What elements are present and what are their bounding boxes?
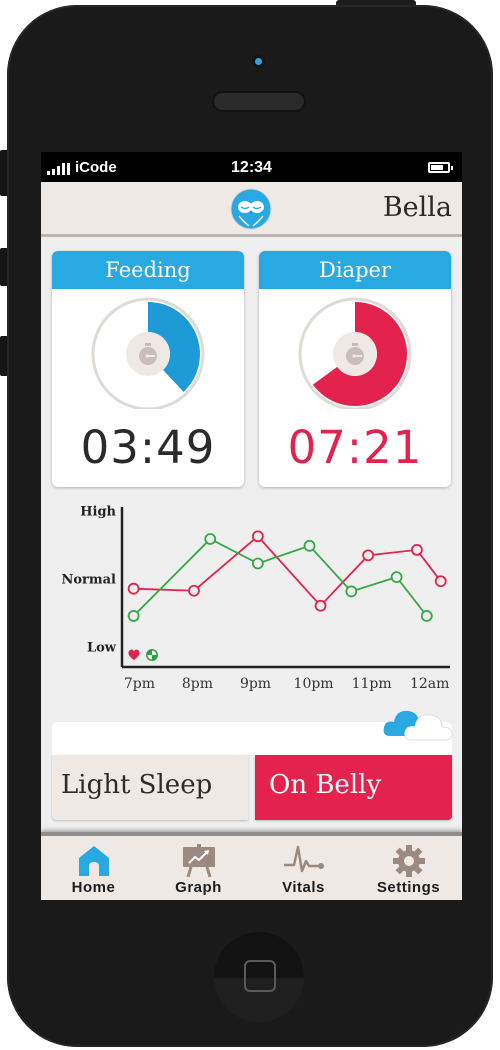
graph-icon (183, 844, 215, 878)
earpiece-speaker (214, 93, 304, 110)
app-screen: iCode 12:34 Bella Feeding 03:49 Diaper 0… (41, 152, 462, 900)
tab-home[interactable]: Home (41, 836, 146, 900)
x-tick-label: 11pm (352, 676, 392, 692)
x-tick-label: 7pm (124, 676, 155, 692)
heart-rate-point[interactable] (411, 543, 423, 556)
tab-home-label: Home (71, 879, 116, 896)
home-icon (79, 846, 109, 876)
sleep-state-label: Light Sleep (61, 770, 213, 800)
diaper-timer-ring (298, 297, 412, 409)
sleep-position-tile[interactable]: On Belly (255, 755, 452, 820)
feeding-timer-ring (91, 297, 205, 409)
feeding-card-title: Feeding (52, 251, 244, 289)
tab-graph[interactable]: Graph (146, 836, 251, 900)
breathing-point[interactable] (204, 533, 217, 545)
heart-icon (128, 649, 140, 660)
heart-rate-point[interactable] (127, 582, 140, 595)
tab-settings[interactable]: Settings (356, 836, 461, 900)
diaper-elapsed-time: 07:21 (287, 421, 423, 474)
chart-legend (128, 649, 158, 661)
breathing-point[interactable] (420, 610, 433, 622)
sleep-state-tile[interactable]: Light Sleep (52, 755, 248, 820)
app-header: Bella (41, 182, 462, 237)
tab-graph-label: Graph (175, 879, 222, 896)
diaper-card-title: Diaper (259, 251, 451, 289)
y-tick-label: High (80, 504, 116, 519)
heart-rate-point[interactable] (362, 549, 375, 562)
breathing-point[interactable] (303, 539, 316, 552)
breathing-icon (146, 649, 158, 661)
sleep-position-label: On Belly (269, 770, 382, 800)
x-tick-label: 9pm (240, 676, 271, 692)
y-tick-label: Normal (61, 572, 116, 587)
heart-rate-point[interactable] (314, 599, 327, 612)
battery-icon (428, 162, 453, 173)
tab-vitals-label: Vitals (282, 879, 325, 896)
heart-rate-point[interactable] (188, 584, 200, 597)
baby-name[interactable]: Bella (383, 192, 452, 223)
home-hardware-button[interactable] (214, 932, 304, 1022)
heart-rate-line (133, 535, 442, 608)
home-square-icon (244, 960, 276, 992)
activity-panel: Light Sleep On Belly (52, 710, 453, 822)
tab-vitals[interactable]: Vitals (251, 836, 356, 900)
x-tick-label: 12am (410, 676, 449, 692)
feeding-elapsed-time: 03:49 (80, 421, 216, 474)
feeding-card[interactable]: Feeding 03:49 (52, 251, 244, 487)
status-time: 12:34 (231, 159, 272, 176)
breathing-line (132, 537, 428, 617)
tab-bar: Home Graph Vitals Settings (41, 832, 462, 900)
heart-rate-point[interactable] (251, 530, 264, 543)
breathing-point[interactable] (390, 571, 403, 584)
status-bar: iCode 12:34 (41, 152, 462, 182)
vitals-chart[interactable]: Low Normal High 7pm 8pm 9pm 10pm 11pm 12am (50, 502, 462, 697)
x-tick-label: 8pm (182, 676, 213, 692)
settings-icon (393, 845, 425, 877)
breathing-point[interactable] (345, 585, 358, 598)
vitals-icon (284, 845, 324, 873)
diaper-card[interactable]: Diaper 07:21 (259, 251, 451, 487)
breathing-point[interactable] (127, 610, 140, 622)
tab-settings-label: Settings (376, 879, 441, 896)
cloud-icon (383, 710, 453, 741)
heart-rate-point[interactable] (434, 575, 447, 588)
y-tick-label: Low (87, 641, 117, 656)
front-camera (255, 58, 262, 65)
breathing-point[interactable] (251, 557, 264, 570)
x-tick-label: 10pm (294, 676, 334, 692)
owl-logo-icon[interactable] (230, 188, 272, 230)
